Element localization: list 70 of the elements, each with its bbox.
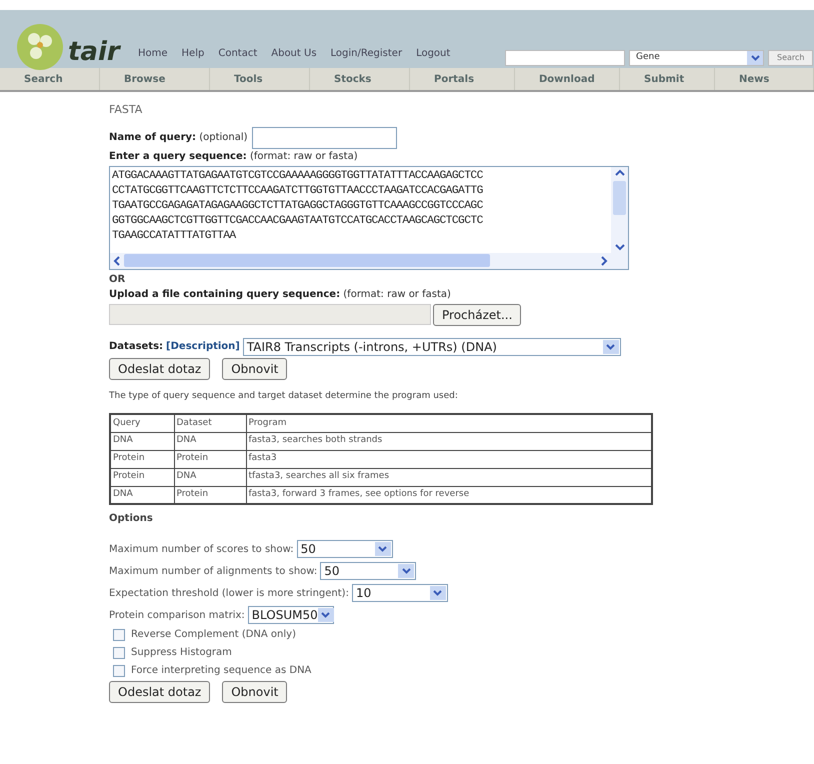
nav-tab[interactable]: Submit xyxy=(620,68,715,90)
header-link[interactable]: Contact xyxy=(218,46,258,61)
header-link[interactable]: Home xyxy=(138,46,168,61)
table-cell: Dataset xyxy=(174,414,246,432)
nav-tab[interactable]: Search xyxy=(0,68,100,90)
table-cell: DNA xyxy=(110,432,174,450)
header-link[interactable]: Help xyxy=(182,46,204,61)
checkbox-label: Suppress Histogram xyxy=(131,646,232,660)
sequence-line: GGTGGCAAGCTCGTTGGTTCGACCAACGAAGTAATGTCCATGCACCTAAGCAGCTCGCTC xyxy=(112,214,484,228)
table-cell: DNA xyxy=(174,468,246,486)
page-title: FASTA xyxy=(109,102,144,118)
sequence-line: TGAAGCCATATTTATGTTAA xyxy=(112,228,237,244)
nav-tab[interactable]: Portals xyxy=(410,68,515,90)
sequence-line: TGAATGCCGAGAGATAGAGAAGGCTCTTATGAGGCTAGGGTGTTCAAAGCCGGTCCCAGC xyxy=(112,198,484,214)
checkbox[interactable] xyxy=(113,646,125,658)
search-type-dropdown[interactable]: Gene xyxy=(629,50,764,66)
checkbox-label: Reverse Complement (DNA only) xyxy=(131,628,296,642)
flower-logo-icon xyxy=(16,23,64,71)
nav-tab[interactable]: Tools xyxy=(210,68,310,90)
table-cell: Protein xyxy=(174,450,246,468)
dropdown[interactable]: 50 xyxy=(320,562,416,580)
field-label: Name of query: (optional) xyxy=(109,131,248,145)
form-button[interactable]: Obnovit xyxy=(222,681,288,703)
datasets-label: Datasets: xyxy=(109,340,164,354)
table-intro: The type of query sequence and target dataset determine the program used: xyxy=(109,390,459,402)
table-cell: fasta3 xyxy=(246,450,652,468)
nav-tab[interactable]: News xyxy=(715,68,814,90)
logo-text: tair xyxy=(68,39,120,65)
checkbox[interactable] xyxy=(113,664,125,676)
form-button[interactable]: Obnovit xyxy=(222,358,288,380)
file-path-field[interactable] xyxy=(109,304,431,325)
dropdown[interactable]: TAIR8 Transcripts (-introns, +UTRs) (DNA) xyxy=(242,338,621,356)
table-cell: DNA xyxy=(174,432,246,450)
header-link[interactable]: Logout xyxy=(416,46,450,61)
option-label: Expectation threshold (lower is more stringent): xyxy=(109,586,349,600)
table-cell: Query xyxy=(110,414,174,432)
field-label: Enter a query sequence: (format: raw or fasta) xyxy=(109,150,359,164)
search-button[interactable]: Search xyxy=(768,50,814,66)
form-button[interactable]: Odeslat dotaz xyxy=(109,681,210,703)
table-cell: Protein xyxy=(110,468,174,486)
checkbox[interactable] xyxy=(113,628,125,640)
table-cell: fasta3, searches both strands xyxy=(246,432,652,450)
sequence-line: CCTATGCGGTTCAAGTTCTCTTCCAAGATCTTGGTGTTAACCCTAAGATCCACGAGATTG xyxy=(112,184,484,198)
field-label: Upload a file containing query sequence: (format: raw or fasta) xyxy=(109,288,452,302)
dropdown[interactable]: BLOSUM50 xyxy=(248,606,334,624)
browse-button[interactable]: Procházet... xyxy=(433,304,522,326)
description-link[interactable]: [Description] xyxy=(166,339,240,354)
or-label: OR xyxy=(109,272,126,286)
nav-tab[interactable]: Download xyxy=(515,68,620,90)
sequence-field[interactable] xyxy=(109,166,629,270)
dropdown[interactable]: 50 xyxy=(296,540,393,558)
nav-tab[interactable]: Browse xyxy=(100,68,210,90)
table-cell: Protein xyxy=(110,450,174,468)
table-cell: tfasta3, searches all six frames xyxy=(246,468,652,486)
search-field[interactable] xyxy=(505,50,625,66)
option-label: Protein comparison matrix: xyxy=(109,608,245,622)
options-heading: Options xyxy=(109,512,154,526)
horizontal-scrollbar[interactable] xyxy=(110,252,611,268)
sequence-line: ATGGACAAAGTTATGAGAATGTCGTCCGAAAAAGGGGTGGTTATATTTACCAAGAGCTCC xyxy=(112,168,484,184)
form-button[interactable]: Odeslat dotaz xyxy=(109,358,210,380)
dropdown[interactable]: 10 xyxy=(352,584,448,602)
checkbox-label: Force interpreting sequence as DNA xyxy=(131,664,312,678)
nav-tab[interactable]: Stocks xyxy=(310,68,410,90)
vertical-scrollbar[interactable] xyxy=(611,166,628,268)
option-label: Maximum number of scores to show: xyxy=(109,542,294,556)
header-link[interactable]: Login/Register xyxy=(330,46,402,61)
option-label: Maximum number of alignments to show: xyxy=(109,564,318,578)
header-link[interactable]: About Us xyxy=(271,46,317,61)
table-cell: Protein xyxy=(174,486,246,504)
query-name-field[interactable] xyxy=(252,126,397,148)
